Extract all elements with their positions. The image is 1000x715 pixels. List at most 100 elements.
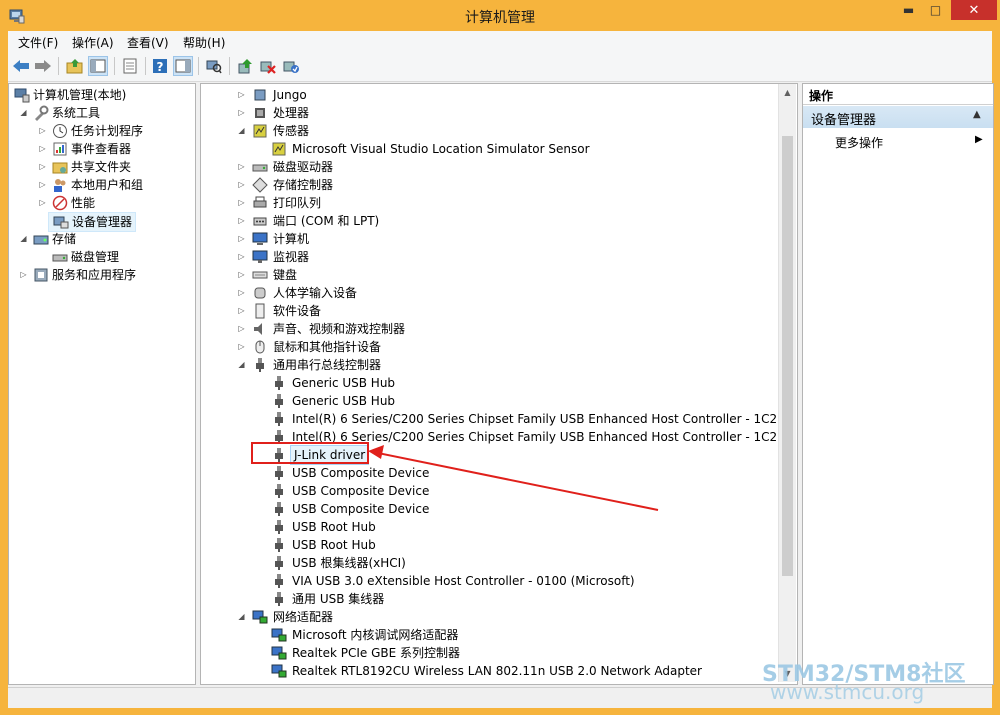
device-row[interactable]: ▷ Jungo — [201, 86, 776, 104]
collapsed-triangle-icon[interactable]: ▷ — [237, 266, 246, 284]
scan-hardware-button[interactable] — [204, 56, 224, 76]
actions-section-device-manager[interactable]: 设备管理器 ▲ — [803, 106, 993, 128]
expanded-triangle-icon[interactable]: ◢ — [237, 122, 246, 140]
maximize-button[interactable]: □ — [922, 0, 949, 20]
device-row[interactable]: Realtek RTL8192CU Wireless LAN 802.11n U… — [201, 662, 776, 680]
device-row[interactable]: ▷ 处理器 — [201, 104, 776, 122]
uninstall-device-button[interactable] — [258, 56, 278, 76]
tree-services[interactable]: ▷ 服务和应用程序 — [11, 266, 191, 284]
collapsed-triangle-icon[interactable]: ▷ — [38, 176, 47, 194]
device-row[interactable]: ▷ 键盘 — [201, 266, 776, 284]
tree-storage[interactable]: ◢ 存储 — [11, 230, 191, 248]
expanded-triangle-icon[interactable]: ◢ — [237, 356, 246, 374]
collapsed-triangle-icon[interactable]: ▷ — [237, 248, 246, 266]
device-row[interactable]: Microsoft Visual Studio Location Simulat… — [201, 140, 776, 158]
toolbar-separator — [114, 57, 115, 75]
collapse-up-icon[interactable]: ▲ — [973, 109, 981, 120]
collapsed-triangle-icon[interactable]: ▷ — [237, 194, 246, 212]
device-row[interactable]: ▷ 存储控制器 — [201, 176, 776, 194]
device-label: VIA USB 3.0 eXtensible Host Controller -… — [292, 574, 635, 588]
device-row[interactable]: ▷ 软件设备 — [201, 302, 776, 320]
device-row[interactable]: ◢ 网络适配器 — [201, 608, 776, 626]
device-row[interactable]: Generic USB Hub — [201, 374, 776, 392]
collapsed-triangle-icon[interactable]: ▷ — [237, 158, 246, 176]
computer-icon — [252, 232, 268, 245]
minimize-button[interactable]: ▬ — [895, 0, 922, 20]
back-arrow-icon — [13, 60, 29, 72]
tree-shared-folders[interactable]: ▷ 共享文件夹 — [11, 158, 191, 176]
tree-event-viewer[interactable]: ▷ 事件查看器 — [11, 140, 191, 158]
collapsed-triangle-icon[interactable]: ▷ — [237, 86, 246, 104]
device-row[interactable]: ▷ 监视器 — [201, 248, 776, 266]
close-button[interactable]: ✕ — [951, 0, 997, 20]
tree-disk-management[interactable]: 磁盘管理 — [11, 248, 191, 266]
expanded-triangle-icon[interactable]: ◢ — [19, 230, 28, 248]
device-row[interactable]: ▷ 声音、视频和游戏控制器 — [201, 320, 776, 338]
enable-device-button[interactable] — [281, 56, 301, 76]
device-row[interactable]: ▷ 人体学输入设备 — [201, 284, 776, 302]
software-icon — [255, 303, 265, 319]
device-row[interactable]: ▷ 计算机 — [201, 230, 776, 248]
device-row[interactable]: Realtek PCIe GBE 系列控制器 — [201, 644, 776, 662]
device-row[interactable]: Microsoft 内核调试网络适配器 — [201, 626, 776, 644]
scroll-up-button[interactable]: ▲ — [779, 84, 796, 101]
device-row[interactable]: ◢ 传感器 — [201, 122, 776, 140]
annotation-arrow — [368, 445, 659, 511]
device-row[interactable]: USB Root Hub — [201, 536, 776, 554]
show-hide-action-pane-button[interactable] — [173, 56, 193, 76]
menu-action[interactable]: 操作(A) — [72, 34, 114, 51]
tree-system-tools[interactable]: ◢ 系统工具 — [11, 104, 191, 122]
device-row[interactable]: ▷ 打印队列 — [201, 194, 776, 212]
export-list-button[interactable] — [120, 56, 140, 76]
tree-local-users-groups[interactable]: ▷ 本地用户和组 — [11, 176, 191, 194]
action-pane-icon — [175, 59, 191, 73]
event-viewer-icon — [53, 142, 67, 156]
usb-icon — [275, 538, 283, 552]
device-row[interactable]: ▷ 磁盘驱动器 — [201, 158, 776, 176]
menu-view[interactable]: 查看(V) — [127, 34, 169, 51]
actions-header-label: 操作 — [809, 89, 834, 103]
collapsed-triangle-icon[interactable]: ▷ — [237, 212, 246, 230]
tree-task-scheduler[interactable]: ▷ 任务计划程序 — [11, 122, 191, 140]
show-hide-console-tree-button[interactable] — [88, 56, 108, 76]
collapsed-triangle-icon[interactable]: ▷ — [237, 230, 246, 248]
tree-root[interactable]: 计算机管理(本地) — [11, 86, 191, 104]
back-button[interactable] — [11, 56, 31, 76]
up-level-button[interactable] — [65, 56, 85, 76]
expanded-triangle-icon[interactable]: ◢ — [19, 104, 28, 122]
device-row[interactable]: ▷ 端口 (COM 和 LPT) — [201, 212, 776, 230]
collapsed-triangle-icon[interactable]: ▷ — [19, 266, 28, 284]
collapsed-triangle-icon[interactable]: ▷ — [237, 320, 246, 338]
scroll-thumb[interactable] — [782, 136, 793, 576]
device-row[interactable]: USB 根集线器(xHCI) — [201, 554, 776, 572]
menu-help[interactable]: 帮助(H) — [183, 34, 225, 51]
tree-performance[interactable]: ▷ 性能 — [11, 194, 191, 212]
collapsed-triangle-icon[interactable]: ▷ — [237, 284, 246, 302]
collapsed-triangle-icon[interactable]: ▷ — [237, 176, 246, 194]
device-row[interactable]: ◢ 通用串行总线控制器 — [201, 356, 776, 374]
update-driver-button[interactable] — [235, 56, 255, 76]
device-row[interactable]: 通用 USB 集线器 — [201, 590, 776, 608]
more-actions-item[interactable]: 更多操作 — [835, 134, 883, 151]
help-button[interactable]: ? — [150, 56, 170, 76]
collapsed-triangle-icon[interactable]: ▷ — [237, 104, 246, 122]
collapsed-triangle-icon[interactable]: ▷ — [38, 194, 47, 212]
collapsed-triangle-icon[interactable]: ▷ — [237, 302, 246, 320]
collapsed-triangle-icon[interactable]: ▷ — [38, 158, 47, 176]
toolbar-separator — [198, 57, 199, 75]
performance-icon — [52, 195, 68, 211]
collapsed-triangle-icon[interactable]: ▷ — [237, 338, 246, 356]
collapsed-triangle-icon[interactable]: ▷ — [38, 140, 47, 158]
menu-file[interactable]: 文件(F) — [18, 34, 58, 51]
device-row[interactable]: Intel(R) 6 Series/C200 Series Chipset Fa… — [201, 410, 786, 428]
device-row[interactable]: ▷ 鼠标和其他指针设备 — [201, 338, 776, 356]
vertical-scrollbar[interactable]: ▲ ▼ — [778, 84, 796, 682]
device-row[interactable]: USB Root Hub — [201, 518, 776, 536]
forward-button[interactable] — [33, 56, 53, 76]
expanded-triangle-icon[interactable]: ◢ — [237, 608, 246, 626]
tree-device-manager[interactable]: 设备管理器 — [48, 212, 137, 232]
title-bar[interactable]: 计算机管理 ▬ □ ✕ — [0, 0, 1000, 32]
device-row[interactable]: VIA USB 3.0 eXtensible Host Controller -… — [201, 572, 776, 590]
device-row[interactable]: Generic USB Hub — [201, 392, 776, 410]
collapsed-triangle-icon[interactable]: ▷ — [38, 122, 47, 140]
